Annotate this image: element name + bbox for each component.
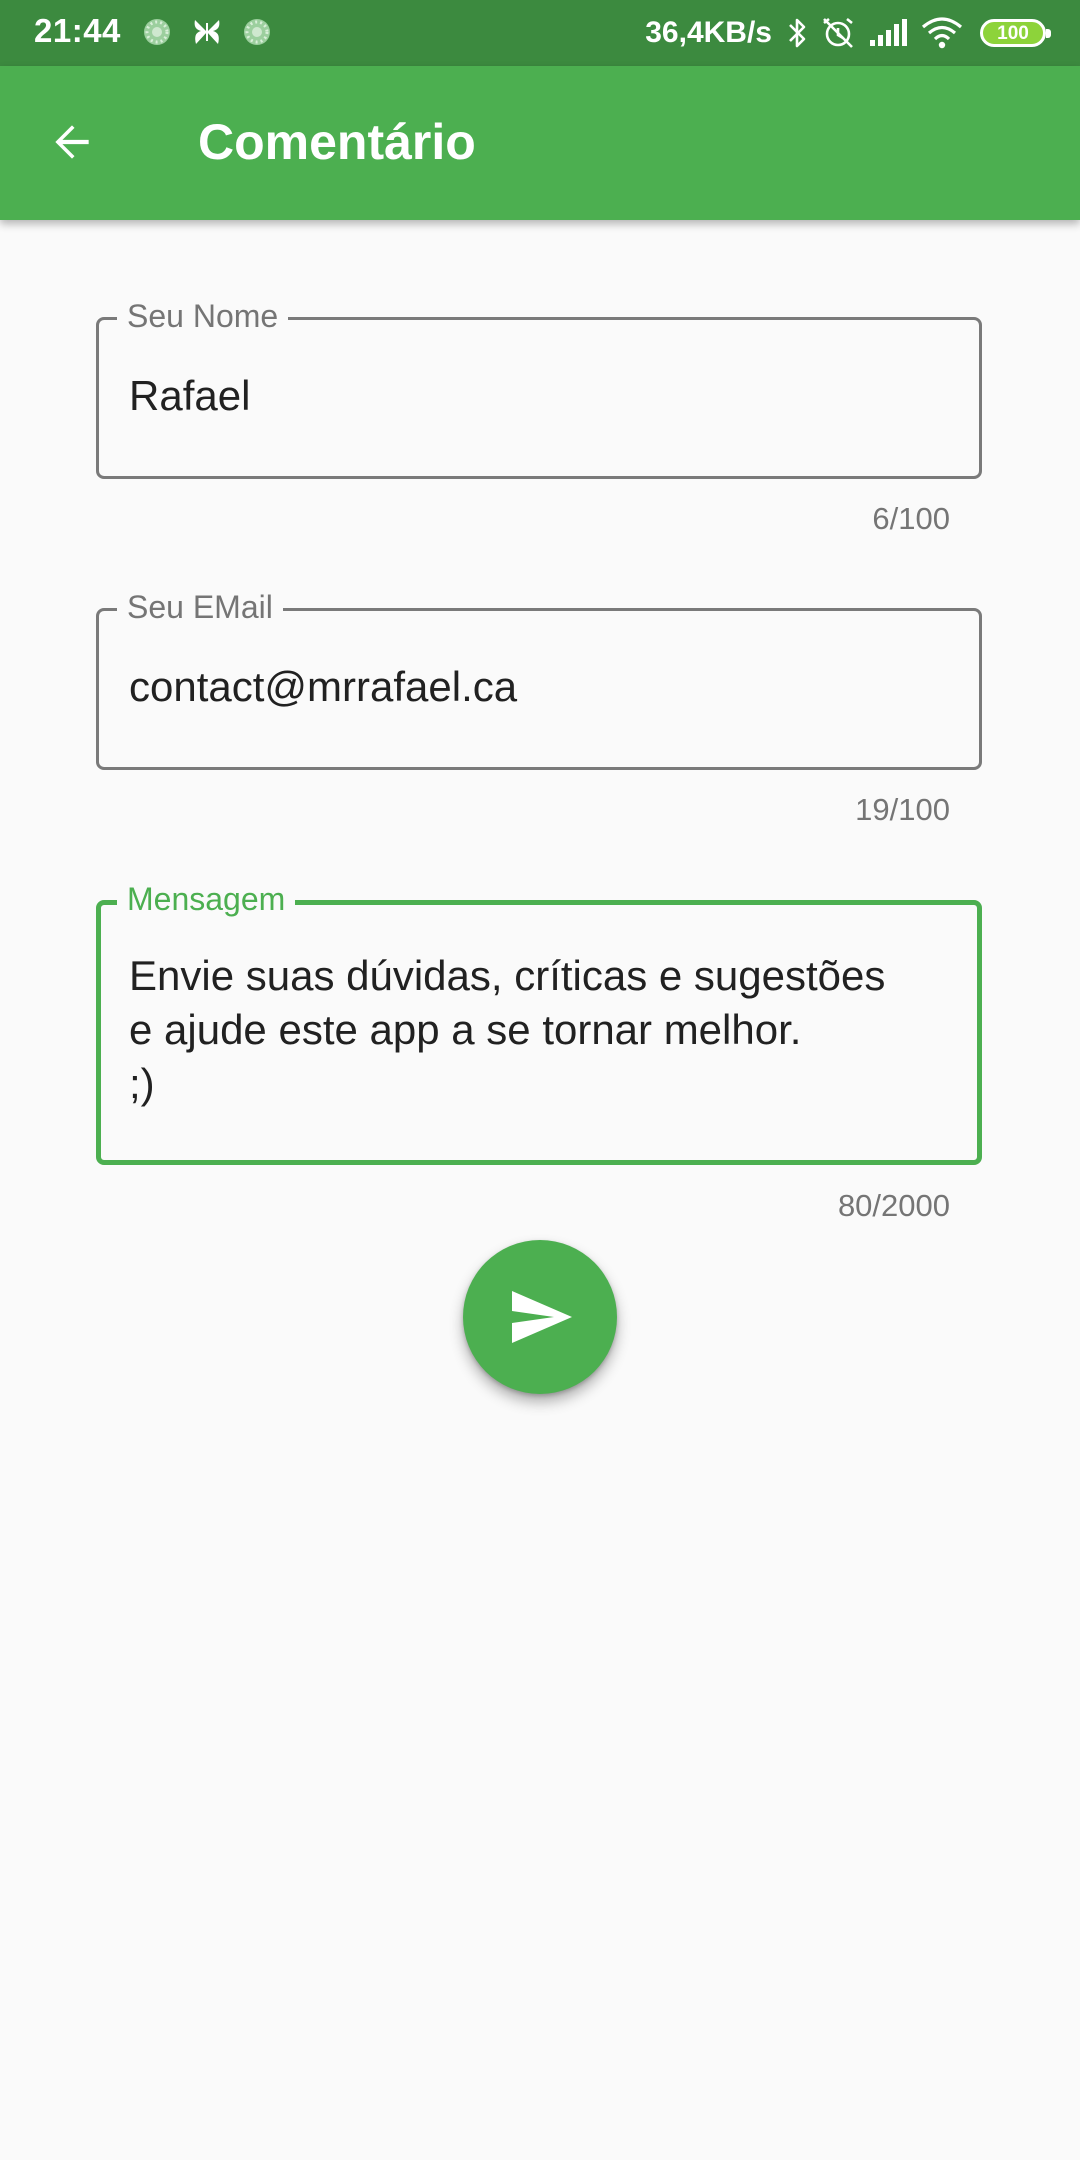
alarm-off-icon xyxy=(820,16,856,50)
battery-nub xyxy=(1046,29,1051,38)
arrow-back-icon xyxy=(47,117,97,172)
message-field[interactable]: Mensagem Envie suas dúvidas, críticas e … xyxy=(96,879,982,1165)
send-button[interactable] xyxy=(463,1240,617,1394)
name-input[interactable] xyxy=(129,368,949,424)
status-time: 21:44 xyxy=(34,12,121,49)
bluetooth-icon xyxy=(786,16,808,50)
message-field-label: Mensagem xyxy=(117,879,296,919)
name-field[interactable]: Seu Nome xyxy=(96,296,982,479)
signal-icon xyxy=(868,18,908,48)
email-field[interactable]: Seu EMail xyxy=(96,587,982,770)
message-char-counter: 80/2000 xyxy=(837,1188,950,1223)
status-right: 36,4KB/s 100 xyxy=(645,12,1051,54)
butterfly-icon xyxy=(192,17,222,47)
message-textarea[interactable]: Envie suas dúvidas, críticas e sugestões… xyxy=(129,949,949,1140)
blur-dot-icon xyxy=(242,17,272,47)
page-title: Comentário xyxy=(198,114,476,170)
back-button[interactable] xyxy=(40,112,104,176)
name-char-counter: 6/100 xyxy=(872,501,950,536)
notification-icons xyxy=(142,17,272,47)
send-icon xyxy=(506,1289,574,1345)
email-char-counter: 19/100 xyxy=(855,792,950,827)
battery-icon: 100 xyxy=(980,19,1051,47)
status-bar: 21:44 36,4KB/s 100 xyxy=(0,0,1080,66)
blur-dot-icon xyxy=(142,17,172,47)
email-input[interactable] xyxy=(129,659,949,715)
app-bar: Comentário xyxy=(0,66,1080,220)
wifi-icon xyxy=(920,17,964,49)
battery-level: 100 xyxy=(997,22,1029,44)
email-field-label: Seu EMail xyxy=(117,587,283,627)
name-field-label: Seu Nome xyxy=(117,296,289,336)
network-speed: 36,4KB/s xyxy=(645,16,772,49)
